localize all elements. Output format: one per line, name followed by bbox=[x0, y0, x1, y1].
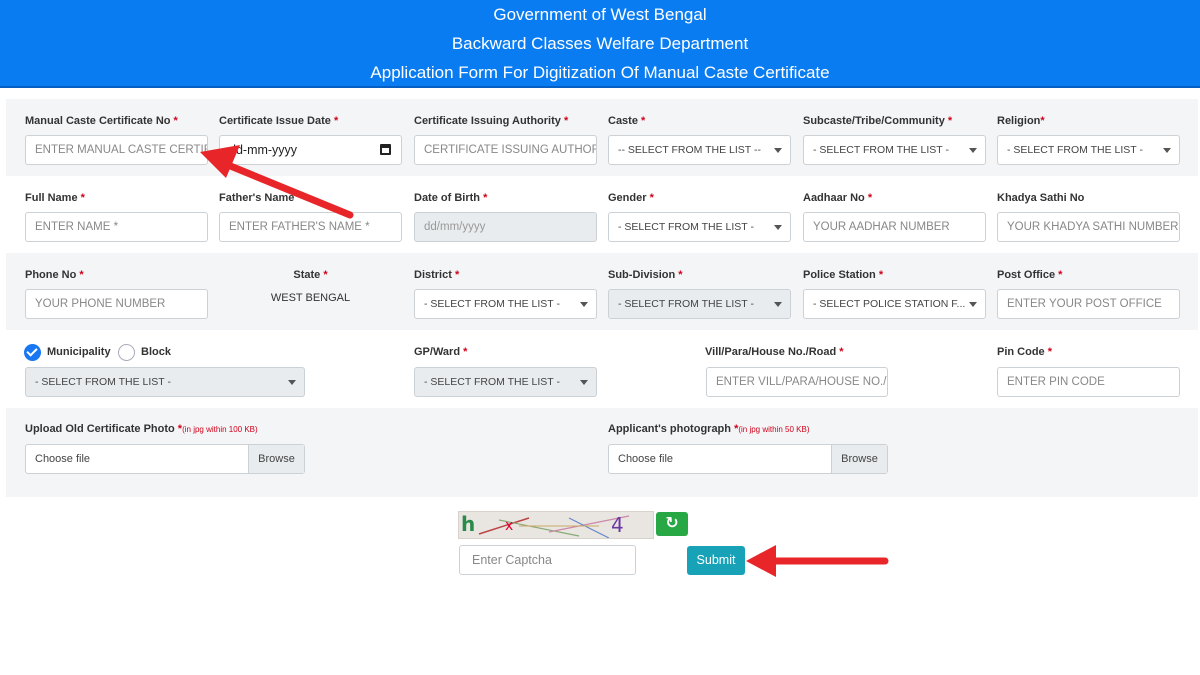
area-select[interactable]: - SELECT FROM THE LIST - bbox=[25, 367, 305, 397]
father-name-label: Father's Name bbox=[219, 192, 295, 204]
applicant-photo-browse-button[interactable]: Browse bbox=[831, 445, 887, 473]
chevron-down-icon bbox=[580, 302, 588, 307]
form-row-1: Manual Caste Certificate No * ENTER MANU… bbox=[6, 99, 1198, 176]
gender-select[interactable]: - SELECT FROM THE LIST - bbox=[608, 212, 791, 242]
khadya-input[interactable]: YOUR KHADYA SATHI NUMBER bbox=[997, 212, 1180, 242]
block-label: Block bbox=[141, 346, 171, 358]
religion-select[interactable]: - SELECT FROM THE LIST - bbox=[997, 135, 1180, 165]
chevron-down-icon bbox=[969, 148, 977, 153]
pin-label: Pin Code * bbox=[997, 346, 1053, 358]
calendar-icon[interactable] bbox=[380, 144, 391, 155]
refresh-icon[interactable]: ↻ bbox=[656, 512, 688, 536]
father-name-input[interactable]: ENTER FATHER'S NAME * bbox=[219, 212, 402, 242]
vill-input[interactable]: ENTER VILL/PARA/HOUSE NO./ bbox=[706, 367, 888, 397]
applicant-photo-note: (in jpg within 50 KB) bbox=[738, 425, 810, 434]
captcha-input[interactable]: Enter Captcha bbox=[459, 545, 636, 575]
religion-label: Religion* bbox=[997, 115, 1045, 127]
district-select-value: - SELECT FROM THE LIST - bbox=[424, 298, 560, 310]
full-name-label: Full Name * bbox=[25, 192, 85, 204]
certificate-no-input[interactable]: ENTER MANUAL CASTE CERTIFI bbox=[25, 135, 208, 165]
applicant-photo-label: Applicant's photograph *(in jpg within 5… bbox=[608, 423, 810, 435]
chevron-down-icon bbox=[1163, 148, 1171, 153]
aadhaar-input[interactable]: YOUR AADHAR NUMBER bbox=[803, 212, 986, 242]
state-label: State * bbox=[293, 269, 328, 281]
chevron-down-icon bbox=[774, 302, 782, 307]
form-row-5: Upload Old Certificate Photo *(in jpg wi… bbox=[6, 408, 1198, 497]
chevron-down-icon bbox=[969, 302, 977, 307]
authority-input[interactable]: CERTIFICATE ISSUING AUTHOR bbox=[414, 135, 597, 165]
municipality-radio[interactable] bbox=[24, 344, 41, 361]
caste-select-value: -- SELECT FROM THE LIST -- bbox=[618, 144, 761, 156]
old-photo-browse-button[interactable]: Browse bbox=[248, 445, 304, 473]
aadhaar-label: Aadhaar No * bbox=[803, 192, 873, 204]
gender-select-value: - SELECT FROM THE LIST - bbox=[618, 221, 754, 233]
header-line-3: Application Form For Digitization Of Man… bbox=[370, 63, 830, 82]
captcha-noise: x bbox=[478, 515, 630, 538]
header-line-2: Backward Classes Welfare Department bbox=[451, 34, 749, 53]
issue-date-input[interactable]: dd-mm-yyyy bbox=[219, 135, 402, 165]
subdivision-label: Sub-Division * bbox=[608, 269, 683, 281]
submit-button[interactable]: Submit bbox=[687, 546, 745, 575]
dob-input[interactable]: dd/mm/yyyy bbox=[414, 212, 597, 242]
subcaste-label: Subcaste/Tribe/Community * bbox=[803, 115, 953, 127]
area-select-value: - SELECT FROM THE LIST - bbox=[35, 376, 171, 388]
applicant-photo-file-input[interactable]: Choose file Browse bbox=[608, 444, 888, 474]
chevron-down-icon bbox=[288, 380, 296, 385]
authority-label: Certificate Issuing Authority * bbox=[414, 115, 569, 127]
state-value: WEST BENGAL bbox=[270, 292, 351, 304]
old-photo-file-name: Choose file bbox=[35, 453, 91, 465]
post-input[interactable]: ENTER YOUR POST OFFICE bbox=[997, 289, 1180, 319]
svg-text:x: x bbox=[505, 518, 513, 534]
captcha-char-2: 4 bbox=[611, 513, 624, 537]
block-radio[interactable] bbox=[118, 344, 135, 361]
pin-input[interactable]: ENTER PIN CODE bbox=[997, 367, 1180, 397]
district-label: District * bbox=[414, 269, 460, 281]
religion-select-value: - SELECT FROM THE LIST - bbox=[1007, 144, 1143, 156]
old-photo-note: (in jpg within 100 KB) bbox=[182, 425, 258, 434]
arrow-to-submit bbox=[746, 545, 889, 577]
caste-label: Caste * bbox=[608, 115, 646, 127]
old-photo-file-input[interactable]: Choose file Browse bbox=[25, 444, 305, 474]
page-header: Government of West Bengal Backward Class… bbox=[0, 0, 1200, 88]
chevron-down-icon bbox=[774, 225, 782, 230]
phone-input[interactable]: YOUR PHONE NUMBER bbox=[25, 289, 208, 319]
police-select[interactable]: - SELECT POLICE STATION F... bbox=[803, 289, 986, 319]
certificate-no-label: Manual Caste Certificate No * bbox=[25, 115, 178, 127]
post-label: Post Office * bbox=[997, 269, 1063, 281]
subdivision-select-value: - SELECT FROM THE LIST - bbox=[618, 298, 754, 310]
subdivision-select[interactable]: - SELECT FROM THE LIST - bbox=[608, 289, 791, 319]
form-row-4: Municipality Block - SELECT FROM THE LIS… bbox=[6, 330, 1198, 408]
gp-select[interactable]: - SELECT FROM THE LIST - bbox=[414, 367, 597, 397]
phone-label: Phone No * bbox=[25, 269, 84, 281]
gender-label: Gender * bbox=[608, 192, 654, 204]
caste-select[interactable]: -- SELECT FROM THE LIST -- bbox=[608, 135, 791, 165]
gp-label: GP/Ward * bbox=[414, 346, 468, 358]
header-line-1: Government of West Bengal bbox=[493, 5, 707, 24]
dob-label: Date of Birth * bbox=[414, 192, 488, 204]
khadya-label: Khadya Sathi No bbox=[997, 192, 1085, 204]
form-row-2: Full Name * ENTER NAME * Father's Name E… bbox=[6, 176, 1198, 253]
captcha-image: x h 4 bbox=[458, 511, 654, 539]
police-label: Police Station * bbox=[803, 269, 884, 281]
applicant-photo-file-name: Choose file bbox=[618, 453, 674, 465]
municipality-label: Municipality bbox=[47, 346, 111, 358]
gp-select-value: - SELECT FROM THE LIST - bbox=[424, 376, 560, 388]
subcaste-select-value: - SELECT FROM THE LIST - bbox=[813, 144, 949, 156]
issue-date-label: Certificate Issue Date * bbox=[219, 115, 339, 127]
chevron-down-icon bbox=[580, 380, 588, 385]
full-name-input[interactable]: ENTER NAME * bbox=[25, 212, 208, 242]
form-row-3: Phone No * YOUR PHONE NUMBER State * WES… bbox=[6, 253, 1198, 330]
subcaste-select[interactable]: - SELECT FROM THE LIST - bbox=[803, 135, 986, 165]
police-select-value: - SELECT POLICE STATION F... bbox=[813, 298, 966, 310]
captcha-char-1: h bbox=[461, 512, 476, 536]
issue-date-value: dd-mm-yyyy bbox=[229, 143, 298, 157]
chevron-down-icon bbox=[774, 148, 782, 153]
vill-label: Vill/Para/House No./Road * bbox=[705, 346, 844, 358]
old-photo-label: Upload Old Certificate Photo *(in jpg wi… bbox=[25, 423, 258, 435]
district-select[interactable]: - SELECT FROM THE LIST - bbox=[414, 289, 597, 319]
